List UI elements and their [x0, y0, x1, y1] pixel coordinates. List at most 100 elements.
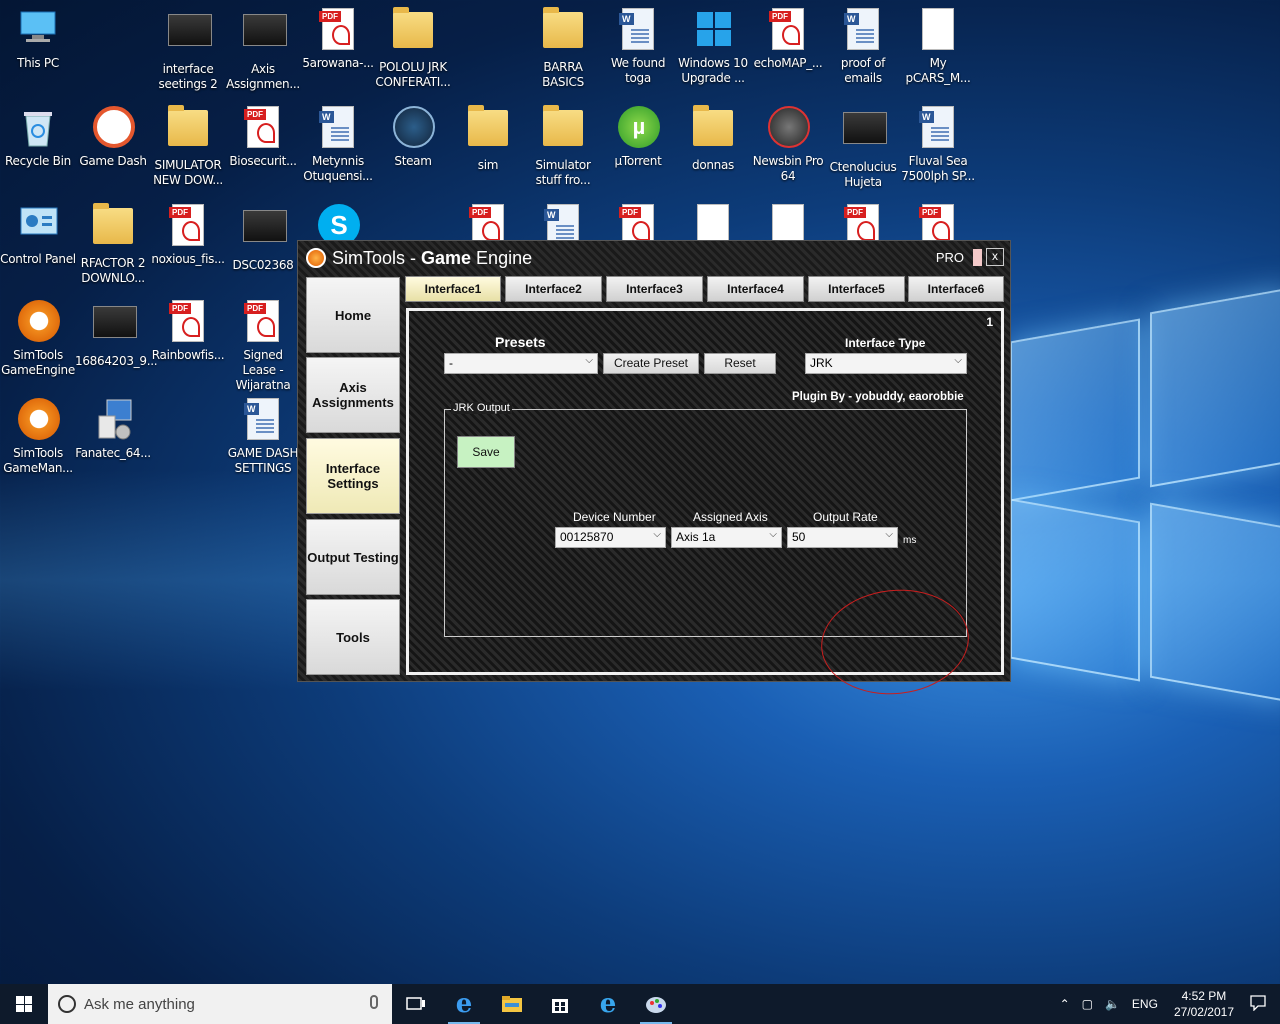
desktop-icon[interactable]: µ µTorrent: [600, 106, 676, 169]
sidebar-tools-button[interactable]: Tools: [306, 599, 400, 675]
desktop-icon[interactable]: Recycle Bin: [0, 106, 76, 169]
gamedash-icon: [93, 106, 135, 150]
start-button[interactable]: [0, 984, 48, 1024]
sidebar-axis-assignments-button[interactable]: Axis Assignments: [306, 357, 400, 433]
interface-type-select[interactable]: JRK ⌵: [805, 353, 967, 374]
windows-start-icon: [16, 996, 32, 1012]
store-icon[interactable]: [536, 984, 584, 1024]
desktop-icon[interactable]: donnas: [675, 105, 751, 173]
tab-interface5[interactable]: Interface5: [808, 276, 905, 302]
desktop-icon[interactable]: 5arowana-...: [300, 8, 376, 71]
desktop-icon[interactable]: interface seetings 2: [150, 8, 226, 92]
thumb-icon: [168, 14, 212, 58]
tab-interface1[interactable]: Interface1: [405, 276, 501, 302]
close-button[interactable]: x: [986, 248, 1004, 266]
tab-interface2[interactable]: Interface2: [505, 276, 602, 302]
clock[interactable]: 4:52 PM 27/02/2017: [1174, 988, 1234, 1020]
desktop-icon[interactable]: Control Panel: [0, 204, 76, 267]
desktop-icon[interactable]: We found toga: [600, 8, 676, 86]
desktop-icon[interactable]: Rainbowfis...: [150, 300, 226, 363]
task-view-icon[interactable]: [392, 984, 440, 1024]
pdf-icon: [318, 8, 358, 52]
language-indicator[interactable]: ENG: [1132, 997, 1158, 1011]
desktop-icon[interactable]: RFACTOR 2 DOWNLO...: [75, 203, 151, 286]
network-icon[interactable]: ▢: [1082, 997, 1093, 1011]
desktop-icon[interactable]: Simulator stuff fro...: [525, 105, 601, 188]
desktop-icon[interactable]: proof of emails: [825, 8, 901, 86]
reset-button[interactable]: Reset: [704, 353, 776, 374]
desktop-icon[interactable]: 16864203_9...: [75, 300, 158, 369]
desktop-icon[interactable]: BARRA BASICS: [525, 7, 601, 90]
folder-icon: [543, 7, 583, 56]
output-rate-unit: ms: [903, 535, 917, 546]
desktop-icon[interactable]: Fluval Sea 7500lph SP...: [900, 106, 976, 184]
folder-icon: [393, 7, 433, 56]
tab-interface6[interactable]: Interface6: [908, 276, 1004, 302]
desktop-icon[interactable]: This PC: [0, 8, 76, 71]
sidebar-interface-settings-button[interactable]: Interface Settings: [306, 438, 400, 514]
assigned-axis-select[interactable]: Axis 1a ⌵: [671, 527, 782, 548]
device-number-select[interactable]: 00125870 ⌵: [555, 527, 666, 548]
desktop-icon[interactable]: echoMAP_...: [750, 8, 826, 71]
cpanel-icon: [18, 204, 58, 248]
desktop-icon[interactable]: DSC02368: [225, 204, 301, 273]
create-preset-button[interactable]: Create Preset: [603, 353, 699, 374]
desktop-icon[interactable]: Metynnis Otuquensi...: [300, 106, 376, 184]
preset-select[interactable]: - ⌵: [444, 353, 598, 374]
save-button[interactable]: Save: [457, 436, 515, 468]
internet-explorer-icon[interactable]: e: [584, 984, 632, 1024]
desktop-icon-label: RFACTOR 2 DOWNLO...: [80, 256, 146, 285]
system-tray: ⌃ ▢ 🔈 ENG 4:52 PM 27/02/2017: [1054, 984, 1280, 1024]
installer-icon: [93, 398, 133, 442]
title-bar[interactable]: SimTools - Game Engine: [298, 241, 1010, 275]
desktop-icon[interactable]: SIMULATOR NEW DOW...: [150, 105, 226, 188]
sidebar-home-button[interactable]: Home: [306, 277, 400, 353]
tab-interface4[interactable]: Interface4: [707, 276, 804, 302]
chevron-down-icon: ⌵: [653, 529, 661, 540]
desktop-icon-label: BARRA BASICS: [542, 60, 584, 89]
desktop-icon[interactable]: Signed Lease - Wijaratna: [225, 300, 301, 393]
desktop-icon[interactable]: sim: [450, 105, 526, 173]
show-hidden-icons-chevron-up-icon[interactable]: ⌃: [1060, 997, 1070, 1011]
output-rate-select[interactable]: 50 ⌵: [787, 527, 898, 548]
desktop-icon[interactable]: Windows 10 Upgrade ...: [675, 8, 751, 86]
desktop-icon[interactable]: SimTools GameEngine: [0, 300, 76, 378]
steam-icon: [393, 106, 435, 150]
action-center-icon[interactable]: [1250, 994, 1266, 1014]
edge-browser-icon[interactable]: e: [440, 984, 488, 1024]
desktop-icon[interactable]: My pCARS_M...: [900, 8, 976, 86]
newsbin-icon: [768, 106, 810, 150]
chevron-down-icon: ⌵: [769, 529, 777, 540]
pdf-icon: [168, 204, 208, 248]
paint-icon[interactable]: [632, 984, 680, 1024]
desktop-icon[interactable]: Newsbin Pro 64: [750, 106, 826, 184]
window-title: SimTools - Game Engine: [332, 247, 533, 268]
volume-icon[interactable]: 🔈: [1105, 997, 1120, 1011]
chevron-down-icon: ⌵: [885, 529, 893, 540]
search-placeholder: Ask me anything: [84, 995, 195, 1013]
desktop-icon[interactable]: Game Dash: [75, 106, 151, 169]
desktop-icon[interactable]: Ctenolucius Hujeta: [825, 106, 901, 190]
microphone-icon[interactable]: [370, 995, 378, 1009]
jrk-output-group: JRK Output Save Device Number 00125870 ⌵ …: [444, 402, 975, 702]
assigned-axis-label: Assigned Axis: [693, 510, 768, 524]
desktop-icon[interactable]: Steam: [375, 106, 451, 169]
desktop-icon[interactable]: Axis Assignmen...: [225, 8, 301, 92]
desktop-icon[interactable]: noxious_fis...: [150, 204, 226, 267]
file-explorer-icon[interactable]: [488, 984, 536, 1024]
clock-time: 4:52 PM: [1181, 989, 1227, 1003]
desktop-icon-label: Axis Assignmen...: [226, 62, 300, 91]
desktop-icon-label: sim: [477, 158, 499, 172]
desktop-icon[interactable]: SimTools GameMan...: [0, 398, 76, 476]
thumb-icon: [93, 306, 137, 350]
folder-icon: [543, 105, 583, 154]
sidebar-output-testing-button[interactable]: Output Testing: [306, 519, 400, 595]
desktop-icon[interactable]: POLOLU JRK CONFERATI...: [375, 7, 451, 90]
cortana-search-box[interactable]: Ask me anything: [48, 984, 392, 1024]
desktop-icon[interactable]: Biosecurit...: [225, 106, 301, 169]
desktop-icon[interactable]: Fanatec_64...: [75, 398, 151, 461]
desktop-icon[interactable]: GAME DASH SETTINGS: [225, 398, 301, 476]
desktop-icon-label: Recycle Bin: [5, 154, 71, 168]
desktop-icon-label: Fanatec_64...: [75, 446, 151, 460]
tab-interface3[interactable]: Interface3: [606, 276, 703, 302]
